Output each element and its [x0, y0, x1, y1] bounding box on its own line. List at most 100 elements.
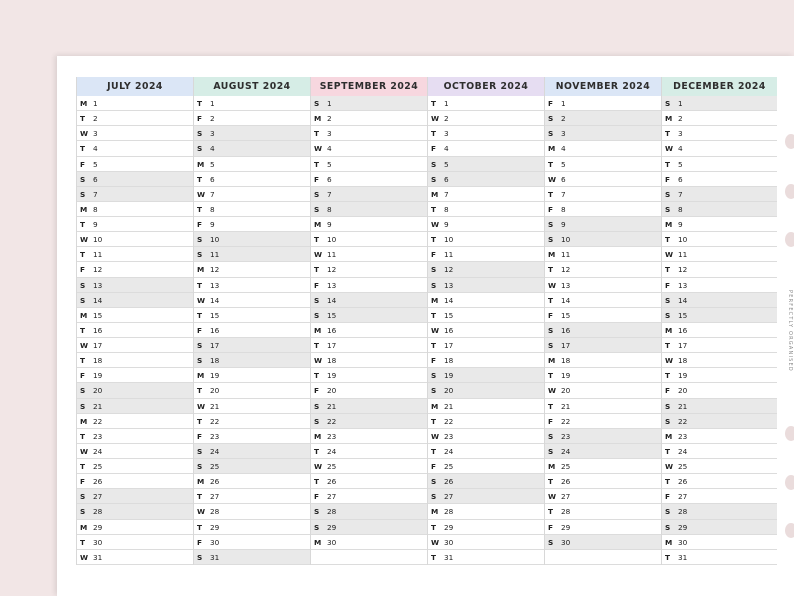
day-number: 23 — [561, 431, 571, 441]
day-number: 10 — [444, 235, 454, 245]
day-row: T8 — [428, 202, 544, 217]
day-row: T 12 — [545, 262, 661, 278]
day-number: 22 — [93, 416, 103, 426]
day-number: 7 — [444, 189, 449, 199]
day-row: T 17 — [428, 338, 544, 354]
day-row: S 14 — [311, 292, 427, 308]
day-row: S3 — [194, 126, 310, 142]
weekday-letter: M — [197, 265, 205, 275]
day-number: 16 — [561, 325, 571, 335]
day-row: S 14 — [77, 292, 193, 308]
day-row: T2 — [77, 111, 193, 127]
weekday-letter: S — [314, 522, 320, 532]
weekday-letter: M — [80, 416, 88, 426]
day-row: S 28 — [662, 504, 777, 520]
day-row: F6 — [311, 172, 427, 187]
day-row: F 25 — [428, 459, 544, 475]
day-number: 17 — [444, 341, 454, 350]
day-row: M 26 — [194, 474, 310, 490]
day-row: M 30 — [311, 535, 427, 550]
day-row: W 14 — [194, 293, 310, 308]
day-number: 24 — [444, 446, 454, 456]
day-number: 10 — [561, 235, 571, 245]
day-row: S1 — [662, 96, 777, 112]
day-number: 21 — [561, 401, 571, 411]
weekday-letter: S — [197, 356, 203, 366]
weekday-letter: W — [665, 462, 674, 471]
day-row: W2 — [428, 111, 544, 127]
day-row: T 19 — [545, 368, 661, 384]
day-number: 6 — [678, 174, 683, 184]
weekday-letter: F — [431, 250, 436, 260]
binder-hole — [785, 523, 794, 538]
day-row: S 10 — [545, 232, 661, 248]
day-row: T3 — [662, 126, 777, 142]
day-number: 17 — [210, 341, 220, 350]
day-row: F 20 — [662, 383, 777, 399]
day-row: T3 — [311, 126, 427, 142]
day-number: 15 — [444, 310, 454, 320]
day-row: T5 — [662, 157, 777, 172]
weekday-letter: M — [197, 477, 205, 487]
day-number: 13 — [210, 280, 220, 290]
day-number: 1 — [327, 99, 332, 108]
day-row: W4 — [662, 141, 777, 157]
weekday-letter: F — [80, 265, 85, 275]
day-number: 25 — [561, 462, 571, 471]
day-number: 20 — [93, 386, 103, 396]
weekday-letter: M — [314, 114, 322, 124]
weekday-letter: W — [314, 144, 323, 154]
day-number: 18 — [444, 356, 454, 366]
day-number: 23 — [210, 431, 220, 441]
day-row: T4 — [77, 141, 193, 157]
day-row: M 15 — [77, 308, 193, 323]
day-number: 11 — [444, 250, 454, 260]
weekday-letter: T — [548, 159, 553, 169]
weekday-letter: W — [80, 235, 89, 245]
day-number: 2 — [678, 114, 683, 124]
day-number: 7 — [327, 189, 332, 199]
weekday-letter: M — [548, 462, 556, 471]
day-number: 4 — [678, 144, 683, 154]
day-row: W 16 — [428, 323, 544, 338]
day-row: S 29 — [311, 519, 427, 535]
day-number: 28 — [678, 507, 688, 517]
day-number: 2 — [561, 114, 566, 124]
weekday-letter: W — [431, 220, 440, 229]
weekday-letter: F — [665, 492, 670, 502]
weekday-letter: F — [314, 492, 319, 502]
day-row: S1 — [311, 96, 427, 112]
month-header: JULY 2024 — [77, 77, 193, 96]
day-number: 31 — [210, 552, 220, 562]
weekday-letter: W — [80, 341, 89, 350]
day-number: 7 — [561, 189, 566, 199]
day-row: W 31 — [77, 550, 193, 565]
weekday-letter: S — [548, 129, 554, 139]
weekday-letter: T — [197, 280, 202, 290]
weekday-letter: W — [665, 144, 674, 154]
day-number: 29 — [210, 522, 220, 532]
day-row: M 21 — [428, 399, 544, 414]
day-number: 16 — [444, 325, 454, 335]
weekday-letter: S — [665, 204, 671, 214]
day-row: W 20 — [545, 383, 661, 399]
day-row: T 21 — [545, 399, 661, 414]
day-number: 1 — [210, 99, 215, 108]
day-number: 13 — [561, 280, 571, 290]
day-row: S 15 — [662, 307, 777, 323]
month-column: SEPTEMBER 2024 S 1 M 2 T 3 W 4 T 5 F 6 S 7 S 8 M 9 T 10 W 11 T 1… — [310, 77, 427, 565]
weekday-letter: S — [197, 552, 203, 562]
day-number: 27 — [93, 492, 103, 502]
day-row: M 14 — [428, 293, 544, 308]
day-row: F8 — [545, 202, 661, 217]
day-row: S9 — [545, 217, 661, 233]
weekday-letter: T — [548, 371, 553, 381]
weekday-letter: T — [665, 159, 670, 169]
day-number: 14 — [210, 295, 220, 305]
day-number: 25 — [327, 462, 337, 471]
weekday-letter: S — [431, 280, 437, 290]
day-number: 21 — [327, 401, 337, 411]
month-column: AUGUST 2024 T 1 F 2 S 3 S 4 M 5 T 6 W 7 T 8 F 9 S 10 S 11 M 12 T 1… — [193, 77, 310, 565]
weekday-letter: T — [314, 371, 319, 381]
day-number: 12 — [678, 265, 688, 275]
